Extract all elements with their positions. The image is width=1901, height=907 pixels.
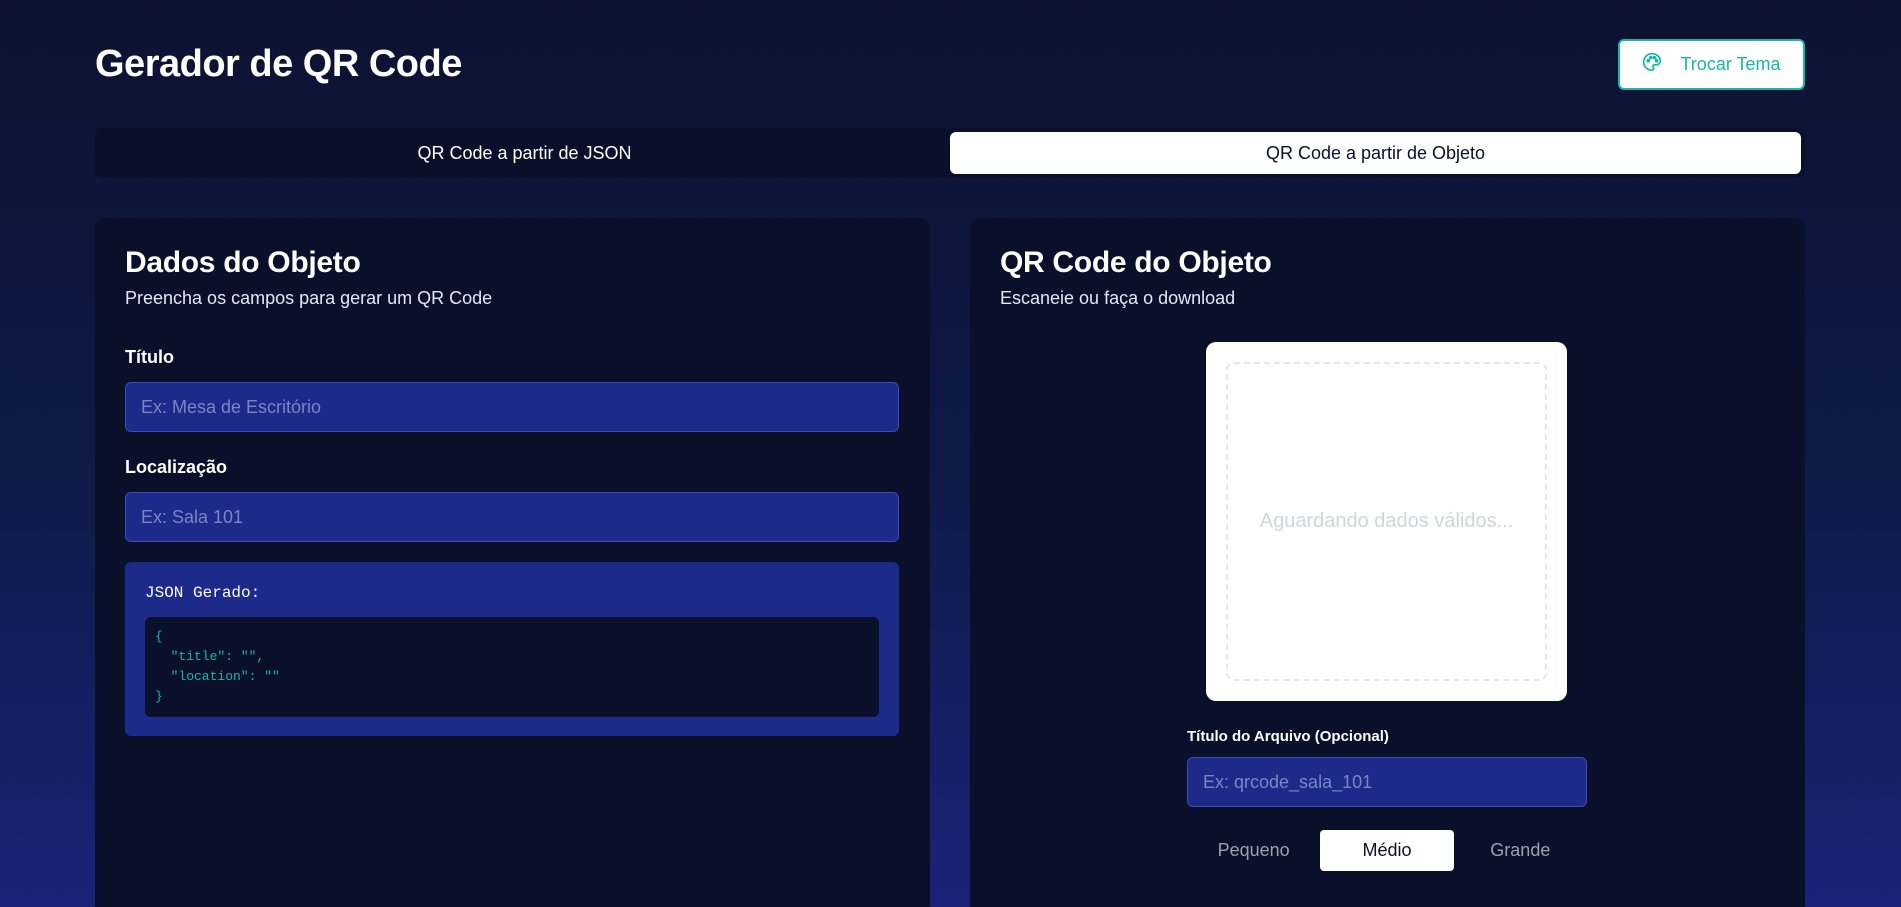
object-data-card: Dados do Objeto Preencha os campos para …	[95, 218, 930, 907]
file-title-label: Título do Arquivo (Opcional)	[1187, 728, 1389, 745]
tab-json[interactable]: QR Code a partir de JSON	[99, 132, 950, 174]
location-input[interactable]	[125, 492, 899, 542]
location-field-label: Localização	[125, 457, 228, 477]
qr-code-subtitle: Escaneie ou faça o download	[1000, 288, 1236, 308]
generated-json-label: JSON Gerado:	[145, 584, 261, 602]
file-title-input[interactable]	[1187, 757, 1587, 807]
palette-icon	[1642, 52, 1662, 77]
qr-code-card: QR Code do Objeto Escaneie ou faça o dow…	[970, 218, 1805, 907]
qr-placeholder: Aguardando dados válidos...	[1226, 362, 1547, 681]
size-selector: Pequeno Médio Grande	[1187, 830, 1587, 871]
size-small-button[interactable]: Pequeno	[1187, 830, 1320, 871]
object-data-title: Dados do Objeto	[125, 246, 361, 279]
title-field-label: Título	[125, 347, 174, 367]
generated-json-code: { "title": "", "location": "" }	[145, 617, 879, 717]
theme-toggle-button[interactable]: Trocar Tema	[1618, 38, 1805, 90]
app-header: Gerador de QR Code Trocar Tema	[95, 38, 1805, 90]
title-input[interactable]	[125, 382, 899, 432]
qr-code-preview: Aguardando dados válidos...	[1206, 342, 1567, 701]
tab-object[interactable]: QR Code a partir de Objeto	[950, 132, 1801, 174]
object-data-subtitle: Preencha os campos para gerar um QR Code	[125, 288, 493, 308]
qr-placeholder-text: Aguardando dados válidos...	[1259, 510, 1514, 532]
size-medium-button[interactable]: Médio	[1320, 830, 1454, 871]
theme-toggle-label: Trocar Tema	[1680, 53, 1781, 74]
size-large-button[interactable]: Grande	[1454, 830, 1587, 871]
mode-tabs: QR Code a partir de JSON QR Code a parti…	[95, 128, 1805, 178]
qr-code-title: QR Code do Objeto	[1000, 246, 1272, 279]
page-title: Gerador de QR Code	[95, 42, 462, 85]
generated-json-panel: JSON Gerado: { "title": "", "location": …	[125, 562, 899, 736]
